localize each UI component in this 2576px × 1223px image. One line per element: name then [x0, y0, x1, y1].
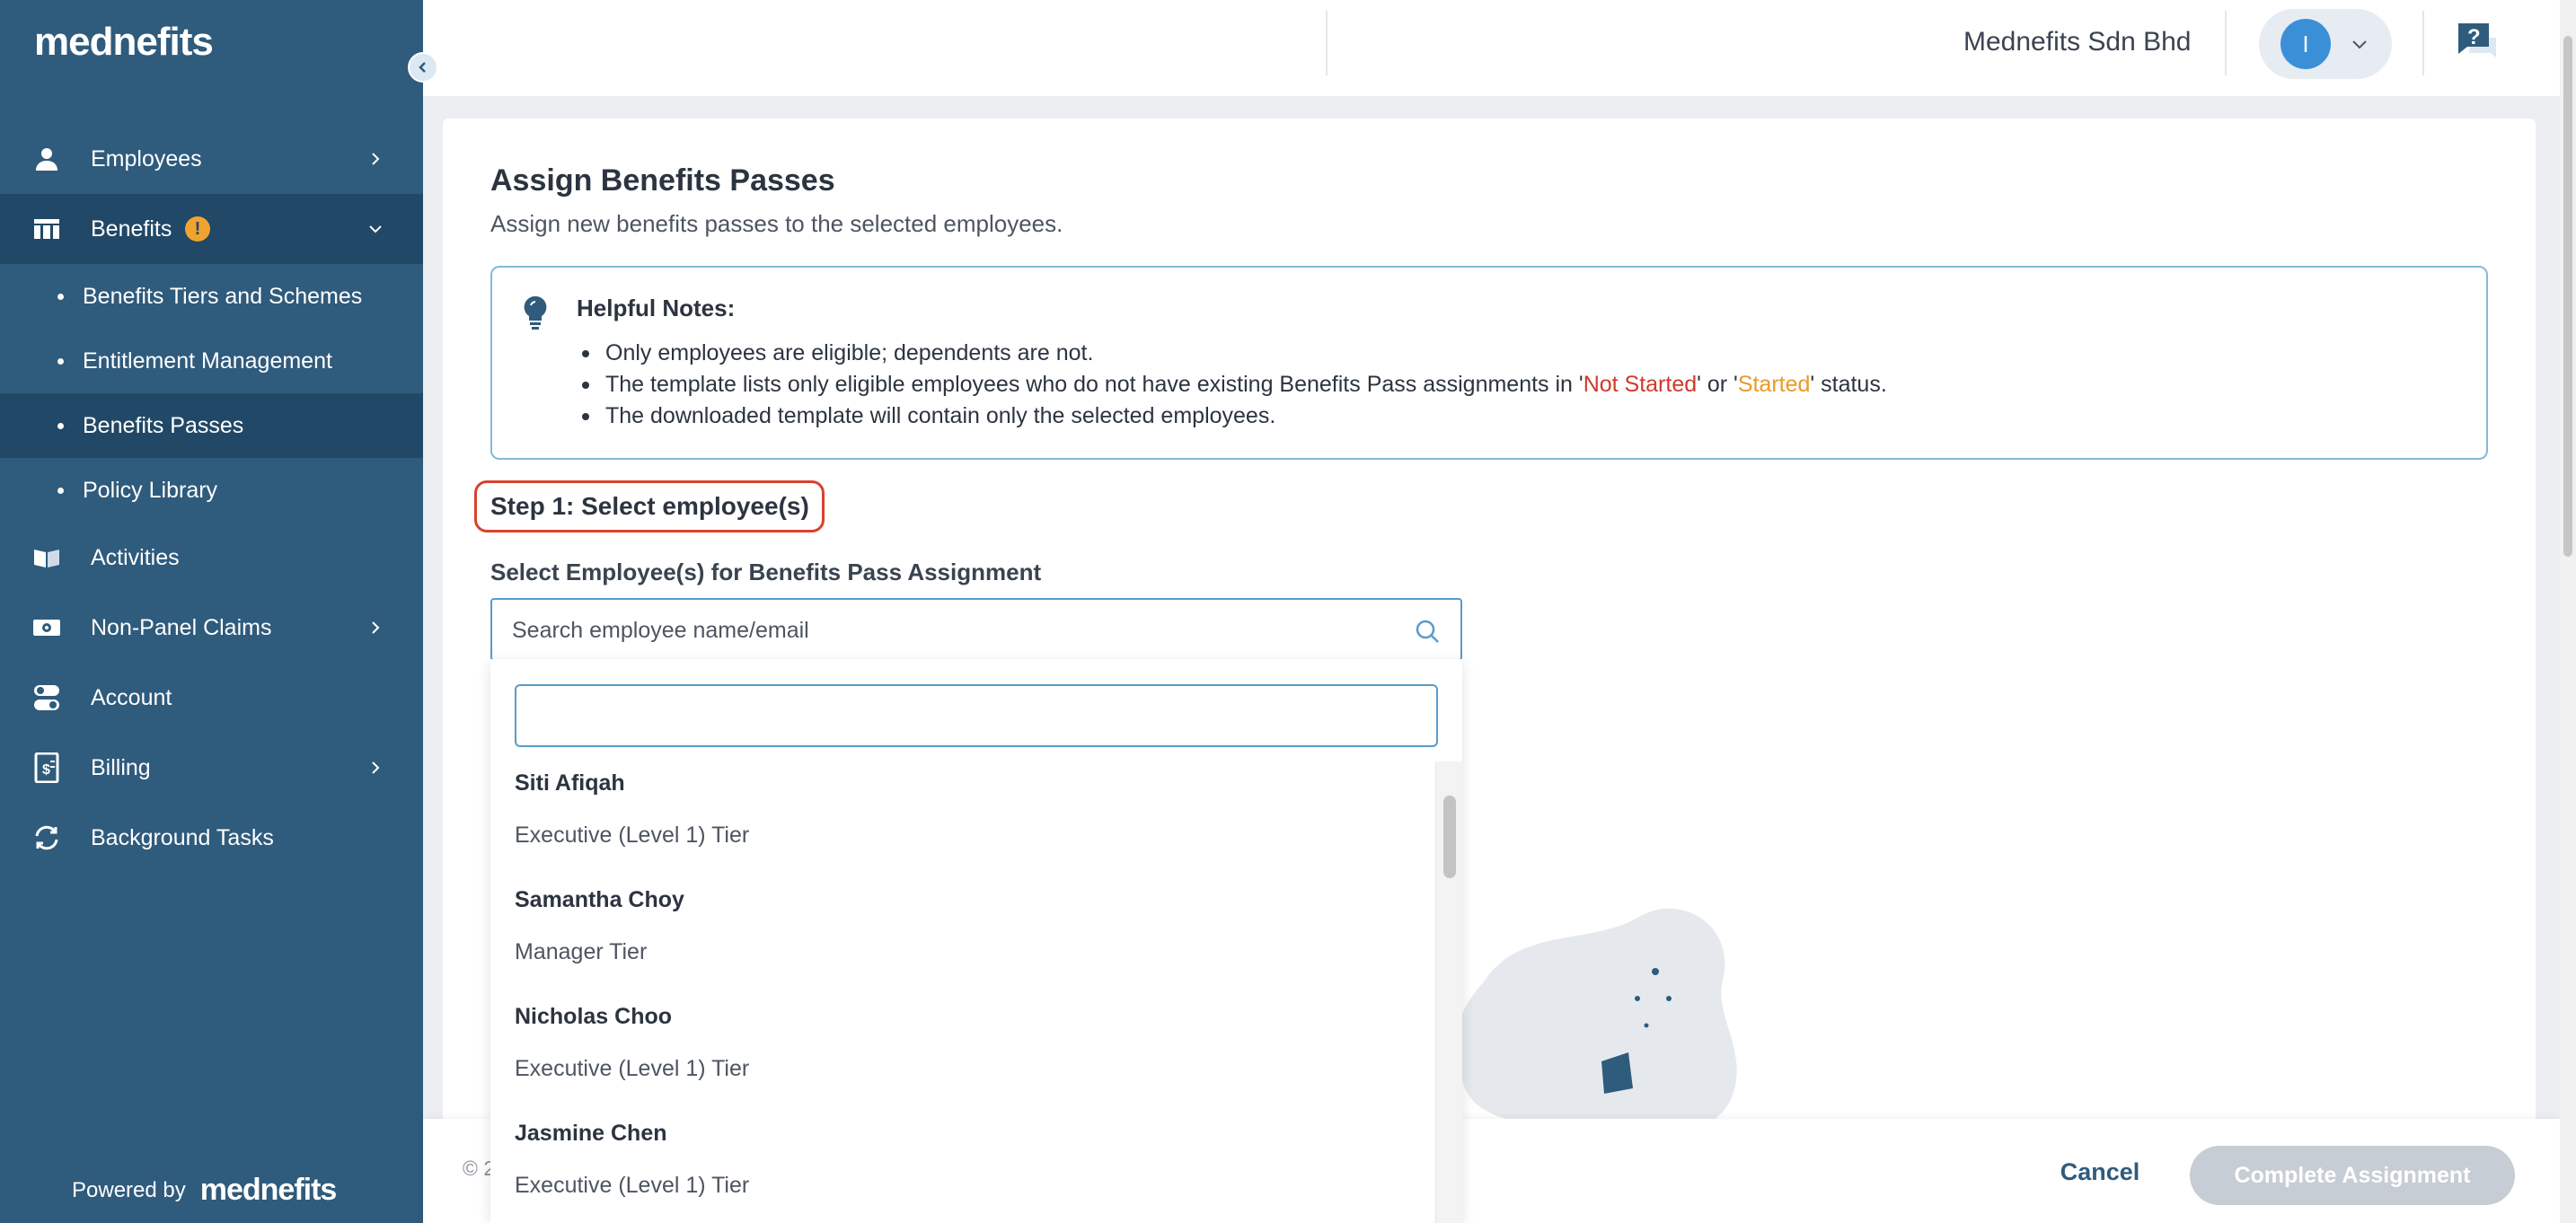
- chevron-down-icon: [369, 225, 382, 233]
- sidebar-item-background-tasks[interactable]: Background Tasks: [0, 803, 423, 873]
- sidebar-subitem-passes[interactable]: Benefits Passes: [0, 393, 423, 458]
- sidebar-item-activities[interactable]: Activities: [0, 523, 423, 593]
- employee-dropdown: Siti Afiqah Executive (Level 1) Tier Sam…: [490, 659, 1462, 1223]
- divider: [1326, 11, 1328, 75]
- toggle-icon: [32, 683, 61, 712]
- sidebar-subitem-label: Benefits Tiers and Schemes: [83, 283, 363, 309]
- employee-name: Nicholas Choo: [515, 1004, 673, 1029]
- sidebar-nav: Employees Benefits ! Benefits Tiers and …: [0, 124, 423, 873]
- dropdown-scrollbar[interactable]: [1435, 761, 1462, 1223]
- step1-label: Step 1: Select employee(s): [490, 492, 809, 520]
- person-icon: [32, 145, 61, 173]
- employee-tier: Executive (Level 1) Tier: [515, 1173, 750, 1198]
- sidebar-item-account[interactable]: Account: [0, 663, 423, 733]
- note-item: Only employees are eligible; dependents …: [582, 338, 1887, 369]
- notes-title: Helpful Notes:: [577, 295, 736, 321]
- employee-option[interactable]: Siti Afiqah Executive (Level 1) Tier: [490, 761, 1435, 878]
- chevron-right-icon: [372, 761, 380, 774]
- invoice-icon: $: [32, 752, 61, 783]
- status-started: Started: [1737, 372, 1811, 397]
- user-menu-button[interactable]: I: [2259, 9, 2392, 79]
- sidebar-item-employees[interactable]: Employees: [0, 124, 423, 194]
- employee-tier: Executive (Level 1) Tier: [515, 1056, 750, 1081]
- sidebar-item-benefits[interactable]: Benefits !: [0, 194, 423, 264]
- note-text: The template lists only eligible employe…: [605, 372, 1584, 397]
- topbar: Mednefits Sdn Bhd I ?: [423, 0, 2560, 96]
- page-scrollbar[interactable]: [2560, 0, 2576, 1223]
- lightbulb-icon: [524, 295, 547, 330]
- sidebar-item-label: Non-Panel Claims: [91, 614, 272, 640]
- sidebar-subitem-label: Policy Library: [83, 477, 218, 503]
- collapse-sidebar-button[interactable]: [408, 52, 438, 83]
- select-employees-label: Select Employee(s) for Benefits Pass Ass…: [490, 559, 1042, 585]
- note-text: Only employees are eligible; dependents …: [605, 340, 1094, 365]
- sidebar: mednefits Employees Benefits ! Benefits …: [0, 0, 423, 1223]
- chevron-right-icon: [372, 153, 380, 165]
- helpful-notes-box: Helpful Notes: Only employees are eligib…: [490, 266, 2488, 460]
- employee-list: Siti Afiqah Executive (Level 1) Tier Sam…: [490, 761, 1435, 1223]
- employee-tier: Manager Tier: [515, 939, 648, 964]
- page-subtitle: Assign new benefits passes to the select…: [490, 210, 1063, 237]
- divider: [2422, 11, 2424, 75]
- powered-by-label: Powered by: [72, 1177, 186, 1202]
- sidebar-item-non-panel-claims[interactable]: Non-Panel Claims: [0, 593, 423, 663]
- complete-assignment-button[interactable]: Complete Assignment: [2190, 1146, 2515, 1205]
- book-icon: [32, 543, 61, 572]
- company-name: Mednefits Sdn Bhd: [1963, 27, 2192, 57]
- sidebar-item-label: Activities: [91, 544, 180, 570]
- dropdown-scrollbar-thumb[interactable]: [1443, 796, 1456, 878]
- cancel-button[interactable]: Cancel: [2035, 1144, 2165, 1200]
- note-text: The downloaded template will contain onl…: [605, 403, 1276, 428]
- sidebar-item-billing[interactable]: $ Billing: [0, 733, 423, 803]
- sidebar-item-label: Benefits: [91, 216, 172, 242]
- bullet-dot: [57, 293, 64, 300]
- sidebar-item-label: Background Tasks: [91, 824, 274, 850]
- note-item: The template lists only eligible employe…: [582, 369, 1887, 400]
- employee-option[interactable]: Samantha Choy Manager Tier: [490, 878, 1435, 995]
- note-text: ' status.: [1810, 372, 1887, 397]
- chevron-right-icon: [372, 621, 380, 634]
- sidebar-item-label: Billing: [91, 754, 151, 780]
- dropdown-search-input[interactable]: [515, 684, 1438, 747]
- sidebar-subitem-label: Entitlement Management: [83, 348, 332, 374]
- bullet-dot: [57, 487, 64, 494]
- table-icon: [32, 215, 61, 243]
- svg-text:$: $: [42, 762, 50, 778]
- employee-tier: Executive (Level 1) Tier: [515, 823, 750, 848]
- chevron-left-icon: [419, 62, 426, 73]
- refresh-icon: [32, 823, 61, 852]
- employee-name: Samantha Choy: [515, 887, 684, 912]
- help-chat-icon[interactable]: ?: [2455, 20, 2503, 68]
- bullet-dot: [57, 357, 64, 365]
- page-title: Assign Benefits Passes: [490, 163, 835, 198]
- warning-badge: !: [185, 216, 210, 242]
- employee-search-input[interactable]: [512, 612, 1374, 648]
- notes-list: Only employees are eligible; dependents …: [582, 338, 1887, 432]
- note-text: ' or ': [1697, 372, 1738, 397]
- chevron-down-icon: [2352, 40, 2367, 49]
- powered-by-logo: mednefits: [199, 1173, 338, 1207]
- sidebar-subitem-policy[interactable]: Policy Library: [0, 458, 423, 523]
- employee-name: Siti Afiqah: [515, 770, 625, 796]
- sidebar-subitem-label: Benefits Passes: [83, 412, 244, 438]
- employee-search-field[interactable]: [490, 598, 1462, 661]
- employee-name: Jasmine Chen: [515, 1121, 667, 1146]
- employee-option[interactable]: Jasmine Chen Executive (Level 1) Tier: [490, 1112, 1435, 1223]
- money-icon: [32, 613, 61, 642]
- sidebar-subitem-entitlement[interactable]: Entitlement Management: [0, 329, 423, 393]
- sidebar-item-label: Employees: [91, 145, 202, 172]
- page-scrollbar-thumb[interactable]: [2563, 36, 2572, 557]
- powered-by: Powered by mednefits: [72, 1173, 338, 1208]
- svg-text:?: ?: [2467, 25, 2481, 49]
- sidebar-subitem-tiers[interactable]: Benefits Tiers and Schemes: [0, 264, 423, 329]
- sidebar-item-label: Account: [91, 684, 172, 710]
- bullet-dot: [57, 422, 64, 429]
- employee-option[interactable]: Nicholas Choo Executive (Level 1) Tier: [490, 995, 1435, 1112]
- status-not-started: Not Started: [1583, 372, 1698, 397]
- divider: [2225, 11, 2227, 75]
- avatar: I: [2280, 19, 2331, 69]
- search-icon[interactable]: [1414, 618, 1441, 645]
- mednefits-logo[interactable]: mednefits: [34, 20, 214, 65]
- note-item: The downloaded template will contain onl…: [582, 400, 1887, 432]
